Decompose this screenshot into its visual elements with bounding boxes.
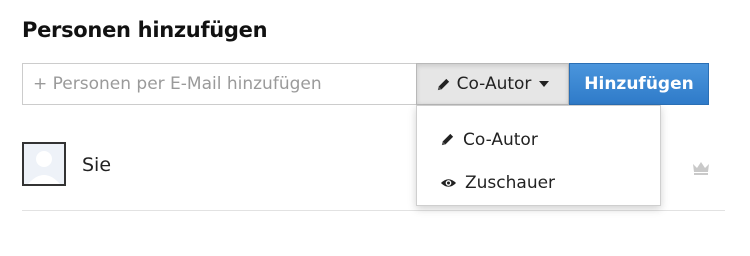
menu-item-co-author[interactable]: Co-Autor xyxy=(417,118,660,161)
menu-item-viewer[interactable]: Zuschauer xyxy=(417,161,660,204)
eye-icon xyxy=(440,177,457,189)
pencil-icon xyxy=(436,77,451,92)
chevron-down-icon xyxy=(539,81,550,87)
role-dropdown-button[interactable]: Co-Autor xyxy=(416,63,569,105)
crown-icon xyxy=(691,160,711,176)
role-dropdown-menu: Co-Autor Zuschauer xyxy=(416,105,661,206)
menu-item-label: Co-Autor xyxy=(463,129,538,150)
role-dropdown-label: Co-Autor xyxy=(456,74,532,94)
add-person-form: Co-Autor Hinzufügen xyxy=(22,63,709,105)
avatar xyxy=(22,142,66,186)
pencil-icon xyxy=(440,132,455,147)
menu-item-label: Zuschauer xyxy=(465,172,556,193)
page-title: Personen hinzufügen xyxy=(22,18,268,42)
email-input[interactable] xyxy=(22,63,416,105)
add-button[interactable]: Hinzufügen xyxy=(569,63,709,105)
person-name: Sie xyxy=(82,154,112,176)
